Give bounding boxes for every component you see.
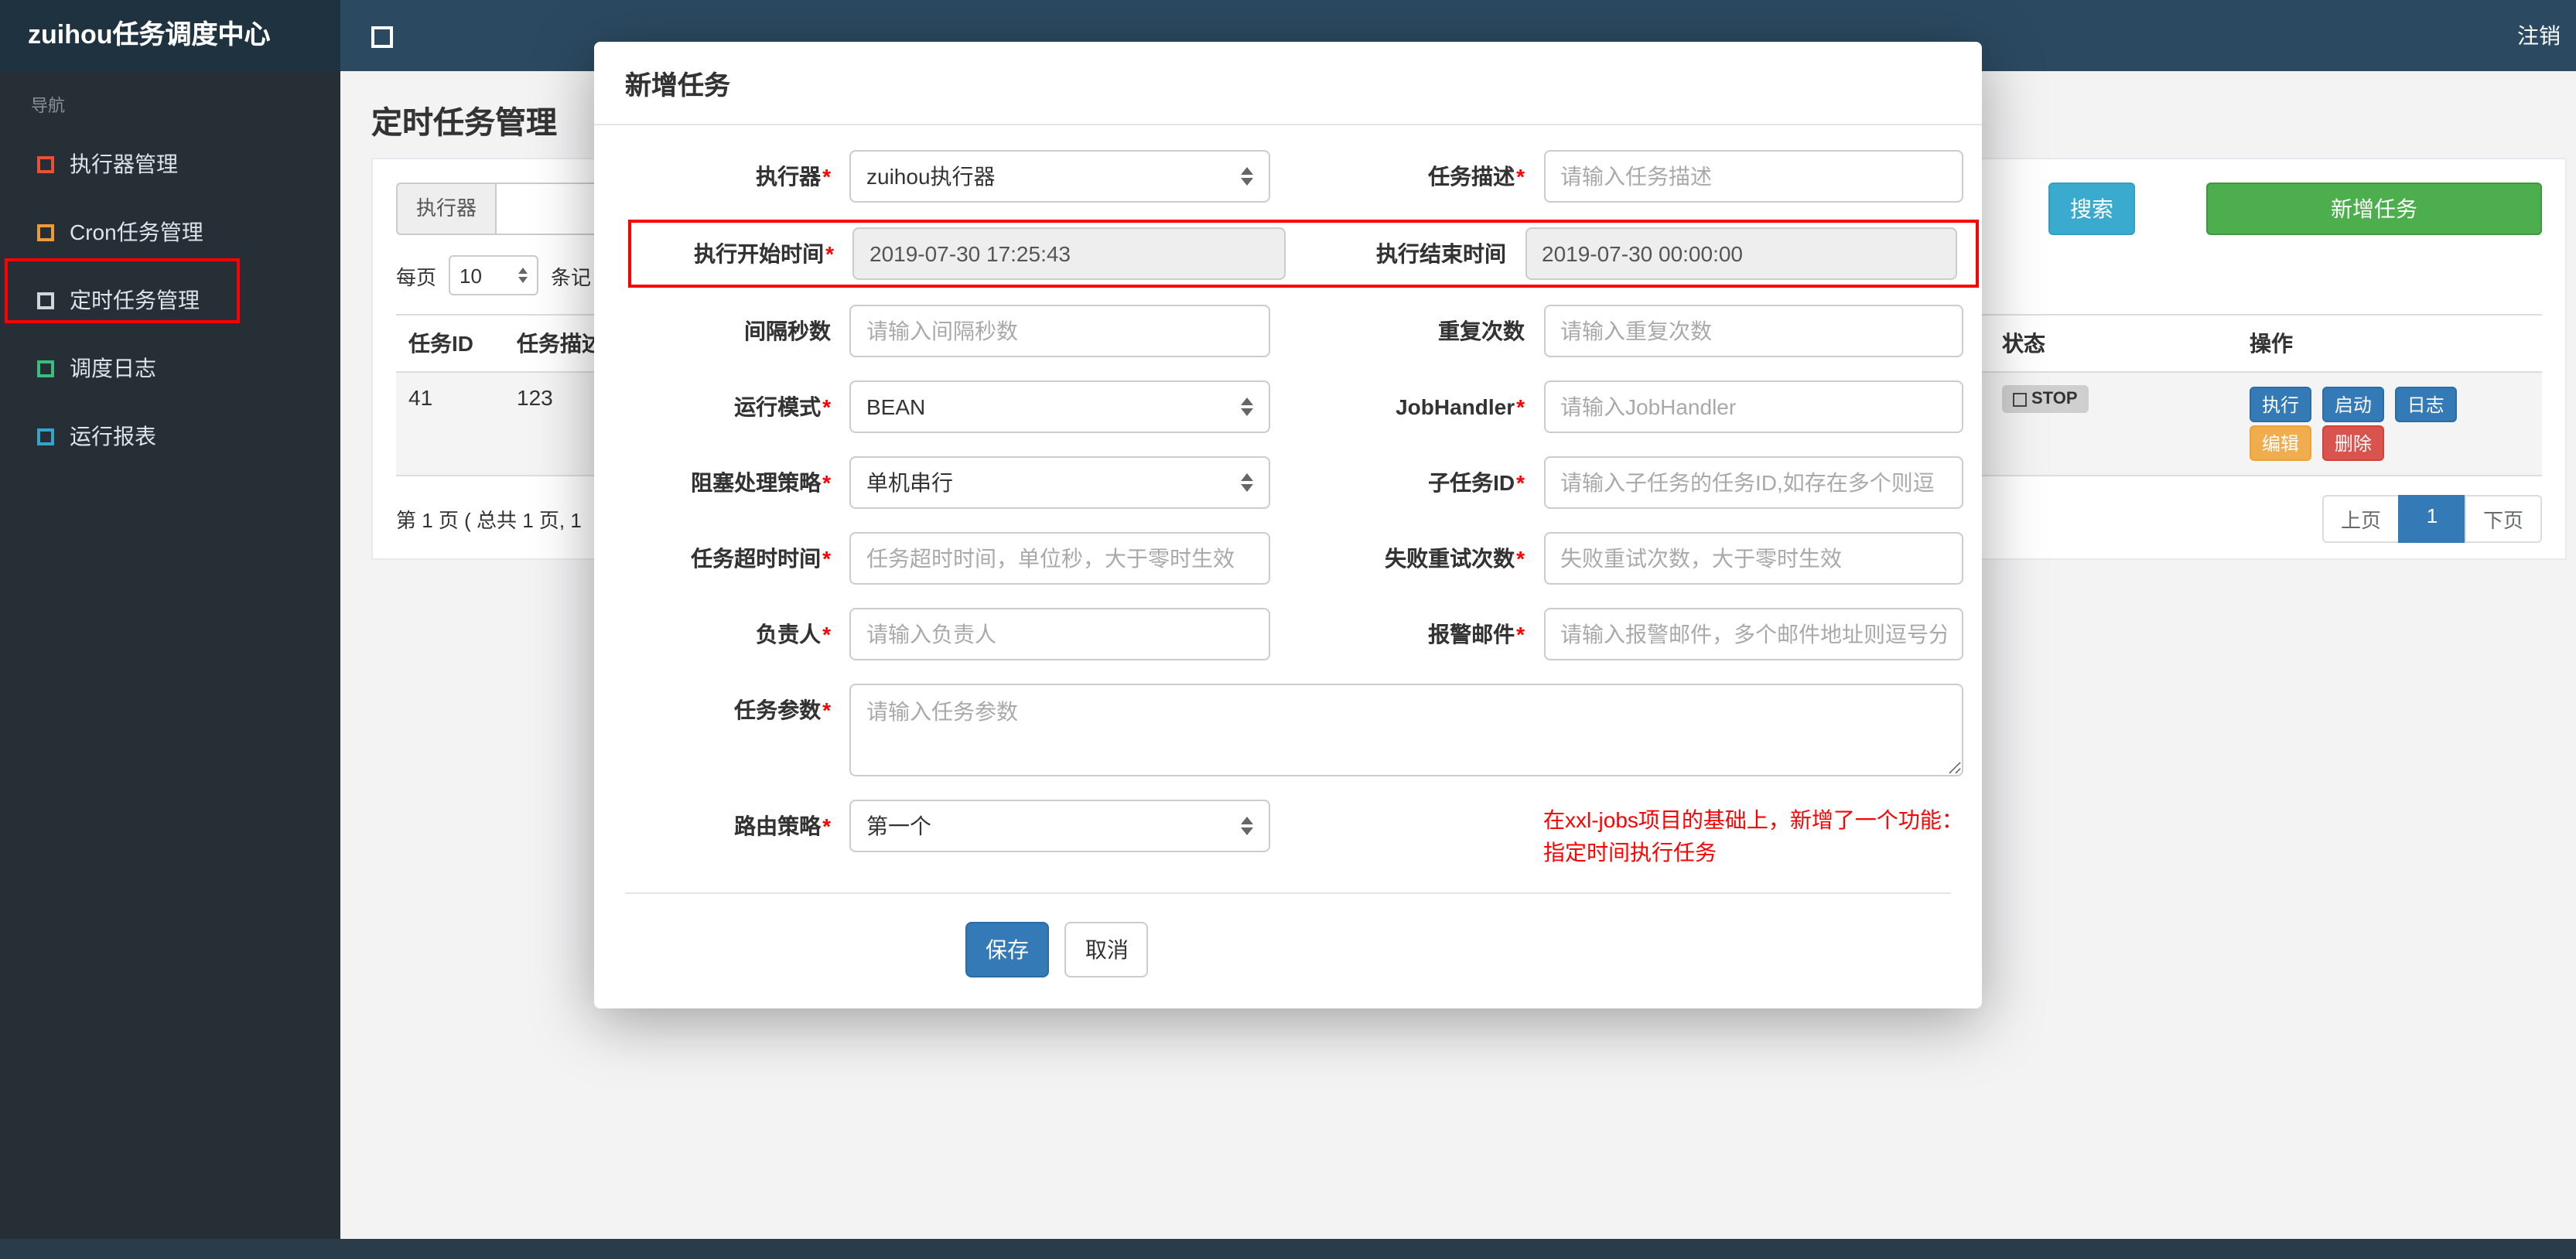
executor-filter-label: 执行器 [396,183,496,235]
next-page-button[interactable]: 下页 [2464,495,2542,543]
header-status: 状态 [2002,331,2045,356]
alarm-email-label: 报警邮件 * [1428,622,1525,647]
stop-square-icon [2013,392,2027,406]
logout-link[interactable]: 注销 [2508,0,2570,71]
select-arrows-icon [1240,397,1252,416]
child-job-label: 子任务ID * [1428,470,1525,495]
log-button[interactable]: 日志 [2394,387,2457,422]
start-time-label: 执行开始时间 * [694,241,834,266]
header-actions: 操作 [2250,331,2293,356]
repeat-label: 重复次数 [1438,319,1525,343]
cron-task-icon [37,223,54,241]
owner-input[interactable] [849,608,1269,660]
per-page-select[interactable]: 10 [449,255,539,295]
block-strategy-label: 阻塞处理策略 * [691,470,831,495]
feature-note-line1: 在xxl-jobs项目的基础上，新增了一个功能： [1543,807,1963,832]
repeat-input[interactable] [1543,305,1963,357]
sidebar-item-scheduled-task-management[interactable]: 定时任务管理 [0,266,340,334]
executor-select[interactable]: zuihou执行器 [849,150,1269,203]
sidebar-item-executor-management[interactable]: 执行器管理 [0,130,340,198]
status-badge: STOP [2002,385,2089,413]
feature-note: 在xxl-jobs项目的基础上，新增了一个功能： 指定时间执行任务 [1543,800,1982,869]
add-task-button[interactable]: 新增任务 [2206,183,2542,235]
per-page-prefix: 每页 [396,265,437,288]
job-param-label: 任务参数 * [734,698,831,722]
end-time-input[interactable] [1525,227,1957,280]
select-arrows-icon [1240,473,1252,492]
brand-title: zuihou任务调度中心 [0,0,340,71]
executor-label: 执行器 * [756,164,831,189]
run-mode-select[interactable]: BEAN [849,380,1269,433]
route-strategy-select[interactable]: 第一个 [849,800,1269,852]
sidebar-item-run-report[interactable]: 运行报表 [0,402,340,470]
sidebar-item-cron-task-management[interactable]: Cron任务管理 [0,198,340,266]
per-page-suffix: 条记 [551,265,592,288]
child-job-input[interactable] [1543,456,1963,509]
start-time-input[interactable] [852,227,1285,280]
job-handler-label: JobHandler * [1396,394,1525,419]
schedule-log-icon [37,360,54,377]
task-desc-input[interactable] [1543,150,1963,203]
cancel-button[interactable]: 取消 [1064,922,1149,978]
timeout-input[interactable] [849,532,1269,585]
timeout-label: 任务超时时间 * [691,546,831,571]
per-page-value: 10 [460,264,482,287]
alarm-email-input[interactable] [1543,608,1963,660]
sidebar-toggle-icon[interactable] [371,26,393,48]
save-button[interactable]: 保存 [965,922,1049,978]
annotation-highlight-time-row: 执行开始时间* 执行结束时间 [628,220,1979,288]
run-report-icon [37,428,54,445]
start-button[interactable]: 启动 [2321,387,2384,422]
scheduled-task-icon [37,292,54,309]
run-button[interactable]: 执行 [2250,387,2312,422]
pagination-info: 第 1 页 ( 总共 1 页, 1 [396,509,582,532]
cell-status: STOP [1990,373,2237,475]
feature-note-line2: 指定时间执行任务 [1543,840,1717,865]
modal-footer: 保存 取消 [625,892,1951,1008]
footer-bar [0,1239,2576,1259]
edit-button[interactable]: 编辑 [2250,425,2312,461]
select-arrows-icon [1240,817,1252,835]
sidebar-item-schedule-log[interactable]: 调度日志 [0,334,340,402]
status-badge-label: STOP [2031,390,2078,408]
add-task-modal: 新增任务 执行器 * zuihou执行器 任务描述 * 请输入任务描述 执行开始… [594,42,1982,1008]
header-task-id: 任务ID [408,331,473,356]
nav-section-label: 导航 [31,97,65,116]
interval-input[interactable] [849,305,1269,357]
route-strategy-label: 路由策略 * [734,814,831,838]
job-param-textarea[interactable] [849,684,1963,776]
delete-button[interactable]: 删除 [2321,425,2384,461]
interval-label: 间隔秒数 [744,319,831,343]
end-time-label: 执行结束时间 [1376,241,1506,266]
select-arrows-icon [1240,167,1252,186]
retry-input[interactable] [1543,532,1963,585]
cell-task-id: 41 [408,385,433,410]
modal-title: 新增任务 [594,42,1982,125]
job-handler-input[interactable] [1543,380,1963,433]
prev-page-button[interactable]: 上页 [2321,495,2400,543]
cell-actions: 执行 启动 日志 编辑 删除 [2237,373,2542,475]
sidebar-item-label: 执行器管理 [70,152,178,176]
owner-label: 负责人 * [756,622,831,647]
sidebar: 导航 执行器管理 Cron任务管理 定时任务管理 调度日志 运行报表 [0,71,340,1259]
sidebar-item-label: 调度日志 [70,356,156,380]
run-mode-label: 运行模式 * [734,394,831,419]
sidebar-item-label: Cron任务管理 [70,220,203,244]
app-root: zuihou任务调度中心 注销 导航 执行器管理 Cron任务管理 定时任务管理… [0,0,2576,1259]
search-button[interactable]: 搜索 [2048,183,2135,235]
pager: 上页 1 下页 [2321,495,2542,543]
select-arrows-icon [518,268,528,283]
sidebar-item-label: 定时任务管理 [70,288,200,312]
sidebar-item-label: 运行报表 [70,424,156,449]
task-desc-label: 任务描述 * [1428,164,1525,189]
executor-management-icon [37,155,54,172]
modal-body: 执行器* zuihou执行器 任务描述* 执行开始时间* [594,125,1982,869]
retry-label: 失败重试次数 * [1385,546,1525,571]
block-strategy-select[interactable]: 单机串行 [849,456,1269,509]
note-spacer [1288,800,1543,869]
page-1-button[interactable]: 1 [2397,495,2466,543]
